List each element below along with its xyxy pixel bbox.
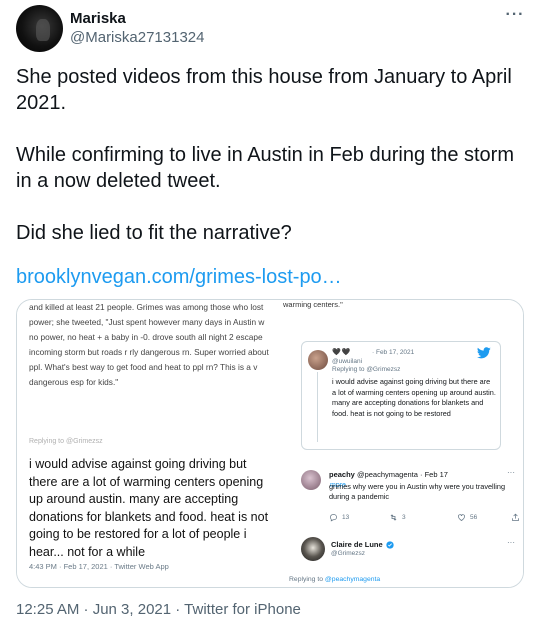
tweet: Mariska @Mariska27131324 ··· She posted … (0, 0, 536, 629)
embedded-replying: Replying to @Grimezsz (332, 366, 401, 373)
peachy-text: grimes why were you in Austin why were y… (329, 482, 506, 501)
thread-line (317, 372, 318, 442)
peachy-more-icon: ··· (507, 468, 515, 477)
tweet-paragraph-1: She posted videos from this house from J… (16, 66, 512, 114)
embedded-display-name: 🖤🖤 (332, 349, 352, 356)
reply-action: 13 (329, 513, 349, 522)
share-icon (512, 513, 519, 521)
article-link[interactable]: brooklynvegan.com/grimes-lost-po… (16, 264, 342, 290)
embedded-date: · Feb 17, 2021 (372, 349, 415, 356)
avatar[interactable] (16, 5, 63, 52)
embedded-avatar (308, 350, 328, 370)
tweet-timestamp[interactable]: 12:25 AM · Jun 3, 2021 · Twitter for iPh… (16, 601, 301, 618)
claire-replying: Replying to @peachymagenta (289, 576, 381, 583)
thread-screenshot: warming centers." 🖤🖤 · Feb 17, 2021 @uwu… (279, 300, 523, 587)
share-action (511, 513, 520, 522)
verified-badge-icon (386, 540, 394, 549)
embedded-handle: @uwuilani (332, 358, 363, 365)
author-name[interactable]: Mariska (70, 10, 126, 27)
claire-name: Claire de Lune (331, 540, 394, 549)
retweet-icon (390, 514, 397, 521)
tweet-paragraph-3: Did she lied to fit the narrative? (16, 222, 292, 244)
retweet-action: 3 (389, 513, 406, 522)
claire-more-icon: ··· (507, 538, 515, 547)
article-text: and killed at least 21 people. Grimes wa… (29, 302, 269, 387)
retweet-count: 3 (402, 514, 406, 521)
reply-icon (330, 514, 337, 522)
like-action: 56 (457, 513, 477, 522)
peachy-actions: 13 3 56 (329, 513, 519, 525)
claire-handle: @Grimezsz (331, 550, 366, 557)
peachy-name: peachy @peachymagenta · Feb 17 (329, 470, 448, 479)
embedded-text: i would advise against going driving but… (332, 377, 496, 418)
article-text-tail: warming centers." (283, 300, 343, 309)
more-options-icon[interactable]: ··· (503, 6, 527, 26)
embedded-reply-meta: 4:43 PM · Feb 17, 2021 · Twitter Web App (29, 562, 169, 571)
reply-context-cut: Replying to @Grimezsz (29, 438, 103, 445)
peachy-avatar (301, 470, 321, 490)
tweet-paragraph-2: While confirming to live in Austin in Fe… (16, 144, 514, 192)
author-handle[interactable]: @Mariska27131324 (70, 29, 204, 46)
article-screenshot: and killed at least 21 people. Grimes wa… (17, 300, 279, 587)
embedded-tweet: 🖤🖤 · Feb 17, 2021 @uwuilani Replying to … (301, 341, 501, 489)
embedded-reply-text: i would advise against going driving but… (29, 457, 269, 559)
claire-avatar (301, 537, 325, 561)
reply-count: 13 (342, 514, 350, 521)
twitter-bird-icon (477, 347, 491, 359)
like-count: 56 (470, 514, 478, 521)
heart-icon (458, 514, 465, 521)
attached-image[interactable]: and killed at least 21 people. Grimes wa… (16, 299, 524, 588)
